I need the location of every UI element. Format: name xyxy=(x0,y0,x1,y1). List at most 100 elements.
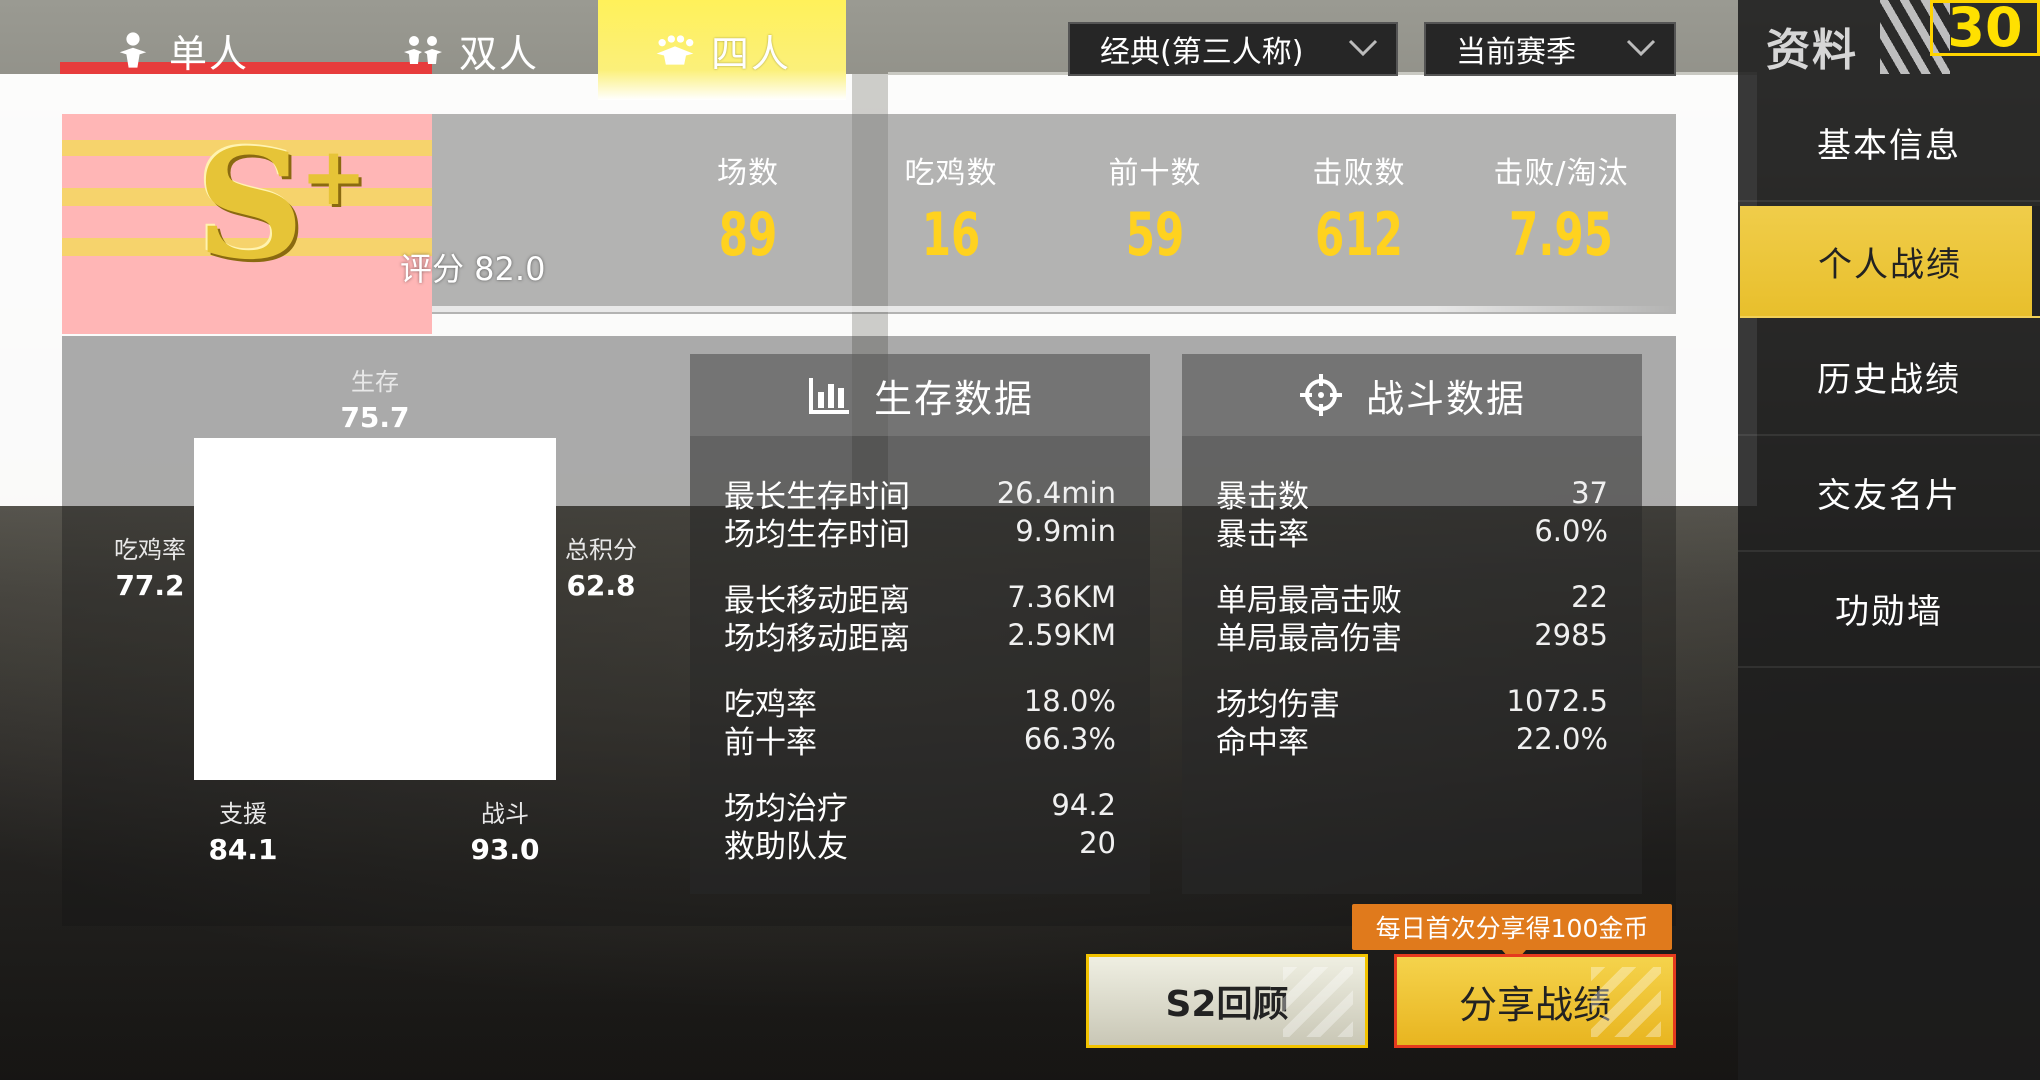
bar-chart-icon xyxy=(808,378,849,414)
row-label: 救助队友 xyxy=(724,828,848,865)
tab-squad-label: 四人 xyxy=(710,31,791,76)
stat-label: 击败数 xyxy=(1312,156,1406,191)
radar-label: 吃鸡率 xyxy=(114,536,186,564)
share-stats-button[interactable]: 分享战绩 xyxy=(1394,954,1676,1048)
row-value: 1072.5 xyxy=(1506,684,1608,718)
data-row: 救助队友 20 xyxy=(724,824,1116,865)
season-select[interactable]: 当前赛季 xyxy=(1424,22,1676,76)
stat-label: 场数 xyxy=(717,156,779,191)
data-row: 场均治疗 94.2 xyxy=(724,786,1116,827)
season-select-value: 当前赛季 xyxy=(1456,35,1576,70)
sidebar-title: 资料 xyxy=(1766,25,1858,76)
radar-label: 支援 xyxy=(219,800,267,828)
stat-value: 89 xyxy=(718,200,778,270)
stat-value: 612 xyxy=(1315,200,1403,270)
radar-value: 77.2 xyxy=(115,569,185,602)
chevron-down-icon xyxy=(1348,39,1378,57)
sidebar-item-basic-info[interactable]: 基本信息 xyxy=(1738,84,2040,202)
radar-support: 支援 84.1 xyxy=(198,794,288,866)
tab-duo-label: 双人 xyxy=(458,31,539,76)
tab-squad[interactable]: 四人 xyxy=(598,0,846,100)
sidebar-item-history[interactable]: 历史战绩 xyxy=(1738,318,2040,436)
crosshair-icon xyxy=(1299,374,1342,416)
stat-kills: 击败数 612 xyxy=(1274,148,1444,270)
data-row: 单局最高击败 22 xyxy=(1216,578,1608,619)
row-value: 9.9min xyxy=(1015,514,1116,548)
row-value: 2985 xyxy=(1534,618,1608,652)
chevron-down-icon xyxy=(1626,39,1656,57)
season-review-label: S2回顾 xyxy=(1165,984,1289,1025)
sidebar-item-label: 个人战绩 xyxy=(1818,244,1962,285)
sidebar-item-friend-card[interactable]: 交友名片 xyxy=(1738,434,2040,552)
data-row: 命中率 22.0% xyxy=(1216,720,1608,761)
combat-card-header: 战斗数据 xyxy=(1182,354,1642,436)
survival-card-header: 生存数据 xyxy=(690,354,1150,436)
radar-combat: 战斗 93.0 xyxy=(460,794,550,866)
radar-value: 93.0 xyxy=(470,833,540,866)
row-value: 22.0% xyxy=(1515,722,1608,756)
row-label: 场均生存时间 xyxy=(724,516,910,553)
mode-select[interactable]: 经典(第三人称) xyxy=(1068,22,1398,76)
row-value: 2.59KM xyxy=(1007,618,1116,652)
sidebar-item-medal-wall[interactable]: 功勋墙 xyxy=(1738,550,2040,668)
tab-solo-label: 单人 xyxy=(168,31,249,76)
sidebar-item-label: 历史战绩 xyxy=(1817,359,1961,400)
row-label: 前十率 xyxy=(724,724,817,761)
rating-score: 评分 82.0 xyxy=(400,250,546,288)
data-row: 暴击数 37 xyxy=(1216,474,1608,515)
stat-label: 击败/淘汰 xyxy=(1493,156,1629,191)
solo-person-icon xyxy=(119,32,147,68)
data-row: 场均生存时间 9.9min xyxy=(724,512,1116,553)
radar-value: 62.8 xyxy=(566,569,636,602)
stat-kd: 击败/淘汰 7.95 xyxy=(1476,148,1646,270)
data-row: 最长移动距离 7.36KM xyxy=(724,578,1116,619)
data-row: 最长生存时间 26.4min xyxy=(724,474,1116,515)
row-label: 单局最高伤害 xyxy=(1216,620,1402,657)
squad-people-icon xyxy=(656,35,694,65)
duo-people-icon xyxy=(403,36,442,64)
tab-solo[interactable]: 单人 xyxy=(80,0,280,100)
share-stats-label: 分享战绩 xyxy=(1458,982,1611,1027)
data-row: 吃鸡率 18.0% xyxy=(724,682,1116,723)
row-value: 66.3% xyxy=(1023,722,1116,756)
radar-total: 总积分 62.8 xyxy=(556,530,646,602)
row-label: 命中率 xyxy=(1216,724,1309,761)
radar-value: 84.1 xyxy=(208,833,278,866)
data-row: 场均移动距离 2.59KM xyxy=(724,616,1116,657)
row-label: 场均移动距离 xyxy=(724,620,910,657)
radar-label: 总积分 xyxy=(565,536,637,564)
row-value: 94.2 xyxy=(1051,788,1116,822)
row-label: 暴击率 xyxy=(1216,516,1309,553)
data-row: 场均伤害 1072.5 xyxy=(1216,682,1608,723)
row-value: 18.0% xyxy=(1023,684,1116,718)
stat-value: 7.95 xyxy=(1509,200,1613,270)
mode-select-value: 经典(第三人称) xyxy=(1100,35,1304,70)
stat-value: 16 xyxy=(921,200,981,270)
survival-data-card: 生存数据 最长生存时间 26.4min 场均生存时间 9.9min 最长移动距离… xyxy=(690,354,1150,894)
row-value: 37 xyxy=(1571,476,1608,510)
data-row: 暴击率 6.0% xyxy=(1216,512,1608,553)
data-row: 单局最高伤害 2985 xyxy=(1216,616,1608,657)
button-stripes xyxy=(1591,967,1661,1037)
sidebar-item-label: 基本信息 xyxy=(1817,125,1961,166)
radar-chart xyxy=(194,438,556,780)
sidebar-item-label: 功勋墙 xyxy=(1835,591,1943,632)
radar-winrate: 吃鸡率 77.2 xyxy=(100,530,200,602)
row-value: 7.36KM xyxy=(1007,580,1116,614)
radar-survive: 生存 75.7 xyxy=(330,362,420,434)
row-value: 20 xyxy=(1079,826,1116,860)
stat-label: 前十数 xyxy=(1108,156,1202,191)
radar-label: 生存 xyxy=(351,368,399,396)
share-reward-tip: 每日首次分享得100金币 xyxy=(1352,904,1672,950)
sidebar-item-personal-stats[interactable]: 个人战绩 xyxy=(1740,206,2040,318)
survival-card-title: 生存数据 xyxy=(873,376,1034,421)
combat-data-card: 战斗数据 暴击数 37 暴击率 6.0% 单局最高击败 22 单局最高伤害 29… xyxy=(1182,354,1642,894)
row-value: 6.0% xyxy=(1534,514,1608,548)
tab-duo[interactable]: 双人 xyxy=(360,0,580,100)
button-stripes xyxy=(1283,967,1353,1037)
stat-wins: 吃鸡数 16 xyxy=(866,148,1036,270)
season-review-button[interactable]: S2回顾 xyxy=(1086,954,1368,1048)
sidebar-item-label: 交友名片 xyxy=(1817,475,1961,516)
stat-top10: 前十数 59 xyxy=(1070,148,1240,270)
combat-card-title: 战斗数据 xyxy=(1365,376,1526,421)
